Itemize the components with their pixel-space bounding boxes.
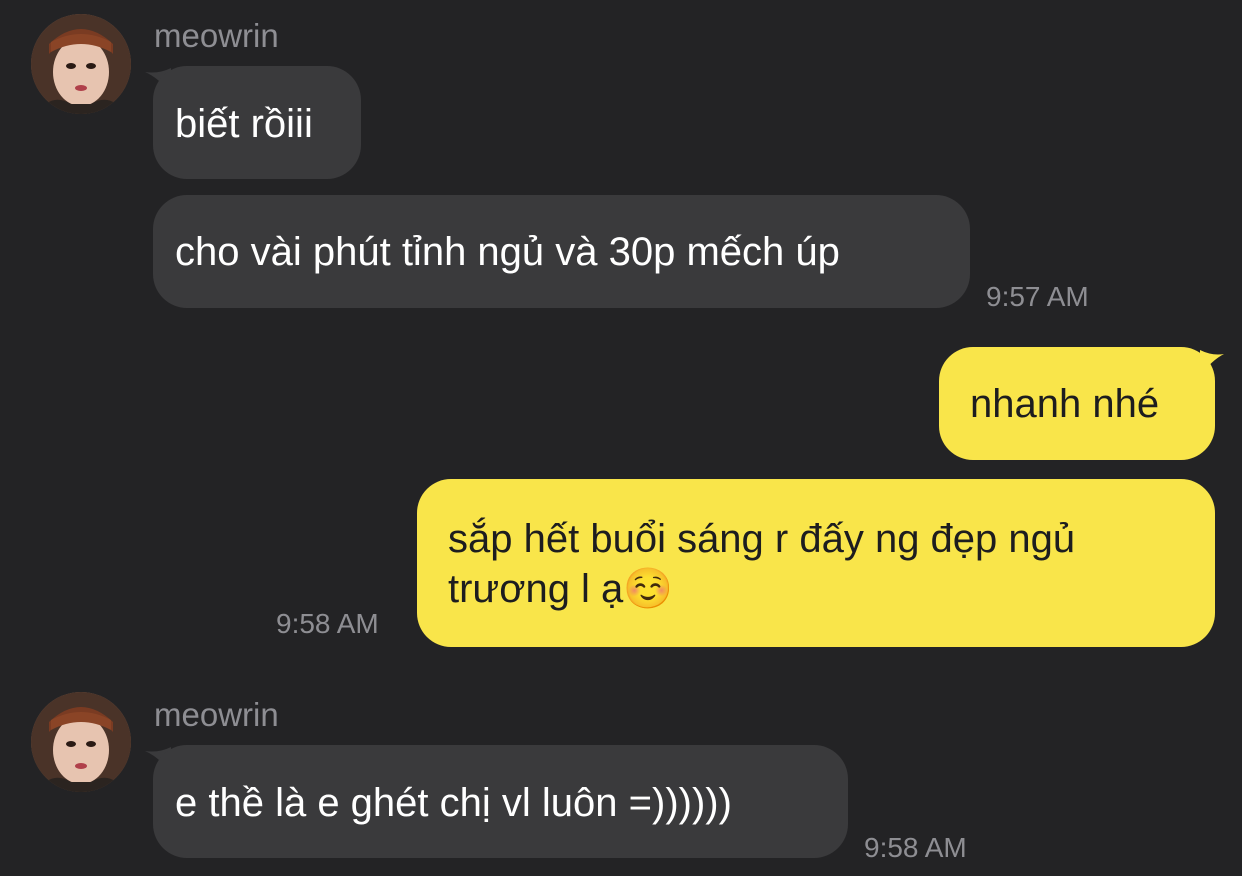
- message-text: cho vài phút tỉnh ngủ và 30p mếch úp: [175, 230, 840, 274]
- avatar-photo-icon: [31, 692, 131, 792]
- sender-name: meowrin: [154, 696, 279, 733]
- message-text-line: trương l ạ☺️: [448, 567, 674, 611]
- message-bubble[interactable]: sắp hết buổi sáng r đấy ng đẹp ngủ trươn…: [417, 479, 1215, 647]
- message-bubble[interactable]: e thề là e ghét chị vl luôn =)))))): [153, 745, 848, 858]
- message-timestamp: 9:57 AM: [986, 281, 1089, 312]
- message-bubble[interactable]: biết rồiii: [153, 66, 361, 179]
- avatar-photo-icon: [31, 14, 131, 114]
- message-timestamp: 9:58 AM: [276, 608, 379, 639]
- message-text-line: sắp hết buổi sáng r đấy ng đẹp ngủ: [448, 517, 1076, 561]
- message-bubble[interactable]: nhanh nhé: [939, 347, 1215, 460]
- avatar[interactable]: [31, 14, 131, 114]
- bubble-tail: [1200, 350, 1224, 376]
- message-timestamp: 9:58 AM: [864, 832, 967, 863]
- message-text: nhanh nhé: [970, 382, 1160, 426]
- sender-name: meowrin: [154, 17, 279, 54]
- avatar[interactable]: [31, 692, 131, 792]
- message-bubble[interactable]: cho vài phút tỉnh ngủ và 30p mếch úp: [153, 195, 970, 308]
- message-text: biết rồiii: [175, 102, 313, 146]
- message-text: e thề là e ghét chị vl luôn =)))))): [175, 781, 732, 825]
